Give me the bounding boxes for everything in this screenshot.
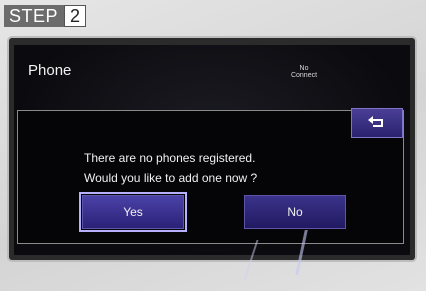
- no-button[interactable]: No: [244, 195, 346, 229]
- step-number: 2: [64, 5, 87, 27]
- return-arrow-icon: [368, 116, 383, 127]
- step-label: STEP: [4, 5, 65, 27]
- step-badge: STEP 2: [4, 5, 87, 27]
- message-line-2: Would you like to add one now ?: [84, 171, 258, 185]
- phone-screen: Phone No Connect There are no phones reg…: [14, 45, 410, 255]
- photo-frame: STEP 2 Phone No Connect There are no pho…: [0, 0, 426, 291]
- back-button[interactable]: [351, 108, 403, 138]
- yes-button[interactable]: Yes: [79, 192, 187, 232]
- dialog-message: There are no phones registered. Would yo…: [84, 148, 257, 188]
- connection-status: No Connect: [290, 65, 318, 79]
- message-line-1: There are no phones registered.: [84, 151, 256, 165]
- screen-title: Phone: [28, 62, 72, 79]
